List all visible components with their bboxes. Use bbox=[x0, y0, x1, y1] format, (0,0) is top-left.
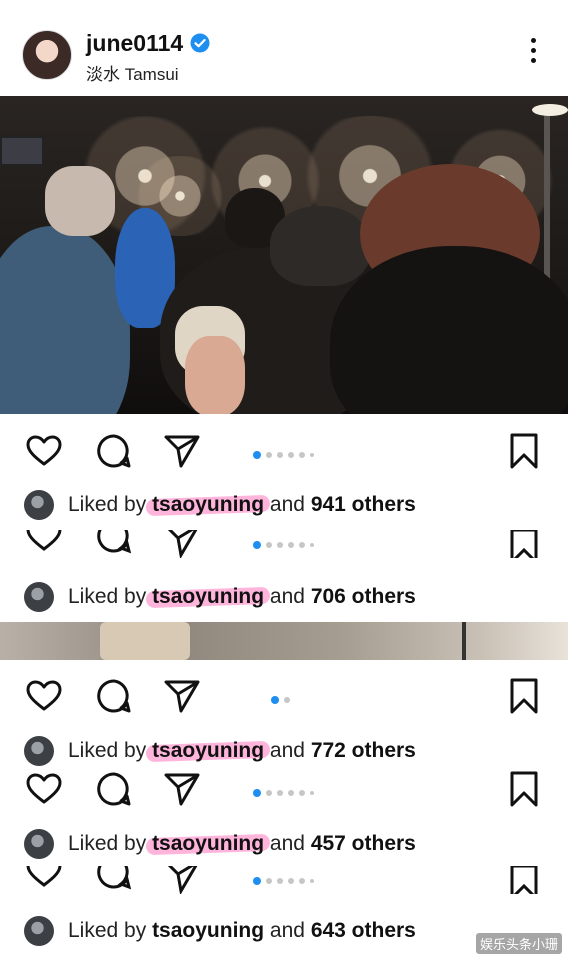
action-bar bbox=[0, 769, 568, 809]
location[interactable]: 淡水 Tamsui bbox=[86, 60, 179, 85]
comment-icon[interactable] bbox=[94, 431, 134, 471]
more-options-icon[interactable] bbox=[520, 38, 546, 68]
carousel-dots bbox=[253, 784, 319, 797]
likes-count[interactable]: 772 others bbox=[311, 739, 416, 762]
likes-and: and bbox=[269, 919, 305, 942]
bookmark-icon[interactable] bbox=[504, 431, 544, 471]
comment-icon[interactable] bbox=[94, 530, 134, 556]
liker-username[interactable]: tsaoyuning bbox=[152, 919, 264, 942]
action-bar bbox=[0, 866, 568, 894]
carousel-dots bbox=[271, 691, 295, 704]
likes-summary[interactable]: Liked by tsaoyuning and 706 others bbox=[0, 580, 568, 614]
comment-icon[interactable] bbox=[94, 769, 134, 809]
likes-count[interactable]: 457 others bbox=[311, 832, 416, 855]
send-icon[interactable] bbox=[162, 866, 202, 894]
username[interactable]: june0114 bbox=[86, 30, 183, 57]
likes-count[interactable]: 941 others bbox=[311, 493, 416, 516]
liker-avatar[interactable] bbox=[24, 916, 54, 946]
avatar[interactable] bbox=[22, 30, 72, 80]
post-photo-strip[interactable] bbox=[0, 622, 568, 660]
liker-username[interactable]: tsaoyuning bbox=[152, 493, 264, 516]
likes-and: and bbox=[269, 493, 305, 516]
bookmark-icon[interactable] bbox=[504, 676, 544, 716]
send-icon[interactable] bbox=[162, 431, 202, 471]
heart-icon[interactable] bbox=[24, 866, 64, 892]
send-icon[interactable] bbox=[162, 530, 202, 558]
heart-icon[interactable] bbox=[24, 676, 64, 716]
likes-prefix: Liked by bbox=[68, 832, 147, 855]
likes-prefix: Liked by bbox=[68, 493, 147, 516]
liker-avatar[interactable] bbox=[24, 736, 54, 766]
liker-username[interactable]: tsaoyuning bbox=[152, 585, 264, 608]
watermark: 娱乐头条小珊 bbox=[475, 933, 562, 954]
action-bar bbox=[0, 676, 568, 716]
liker-avatar[interactable] bbox=[24, 582, 54, 612]
liker-avatar[interactable] bbox=[24, 829, 54, 859]
bookmark-icon[interactable] bbox=[504, 866, 544, 894]
bookmark-icon[interactable] bbox=[504, 769, 544, 809]
likes-summary[interactable]: Liked by tsaoyuning and 772 others bbox=[0, 734, 568, 768]
likes-count[interactable]: 706 others bbox=[311, 585, 416, 608]
likes-prefix: Liked by bbox=[68, 919, 147, 942]
comment-icon[interactable] bbox=[94, 866, 134, 892]
likes-prefix: Liked by bbox=[68, 585, 147, 608]
heart-icon[interactable] bbox=[24, 431, 64, 471]
liker-avatar[interactable] bbox=[24, 490, 54, 520]
likes-and: and bbox=[269, 739, 305, 762]
comment-icon[interactable] bbox=[94, 676, 134, 716]
carousel-dots bbox=[253, 872, 319, 885]
action-bar bbox=[0, 530, 568, 558]
bookmark-icon[interactable] bbox=[504, 530, 544, 558]
likes-and: and bbox=[269, 832, 305, 855]
heart-icon[interactable] bbox=[24, 530, 64, 556]
likes-count[interactable]: 643 others bbox=[311, 919, 416, 942]
likes-summary[interactable]: Liked by tsaoyuning and 941 others bbox=[0, 488, 568, 522]
carousel-dots bbox=[253, 446, 319, 459]
post-photo[interactable] bbox=[0, 96, 568, 414]
likes-summary[interactable]: Liked by tsaoyuning and 457 others bbox=[0, 827, 568, 861]
likes-prefix: Liked by bbox=[68, 739, 147, 762]
send-icon[interactable] bbox=[162, 676, 202, 716]
liker-username[interactable]: tsaoyuning bbox=[152, 832, 264, 855]
heart-icon[interactable] bbox=[24, 769, 64, 809]
liker-username[interactable]: tsaoyuning bbox=[152, 739, 264, 762]
action-bar bbox=[0, 431, 568, 471]
verified-badge-icon bbox=[190, 33, 210, 53]
send-icon[interactable] bbox=[162, 769, 202, 809]
likes-and: and bbox=[269, 585, 305, 608]
carousel-dots bbox=[253, 536, 319, 549]
